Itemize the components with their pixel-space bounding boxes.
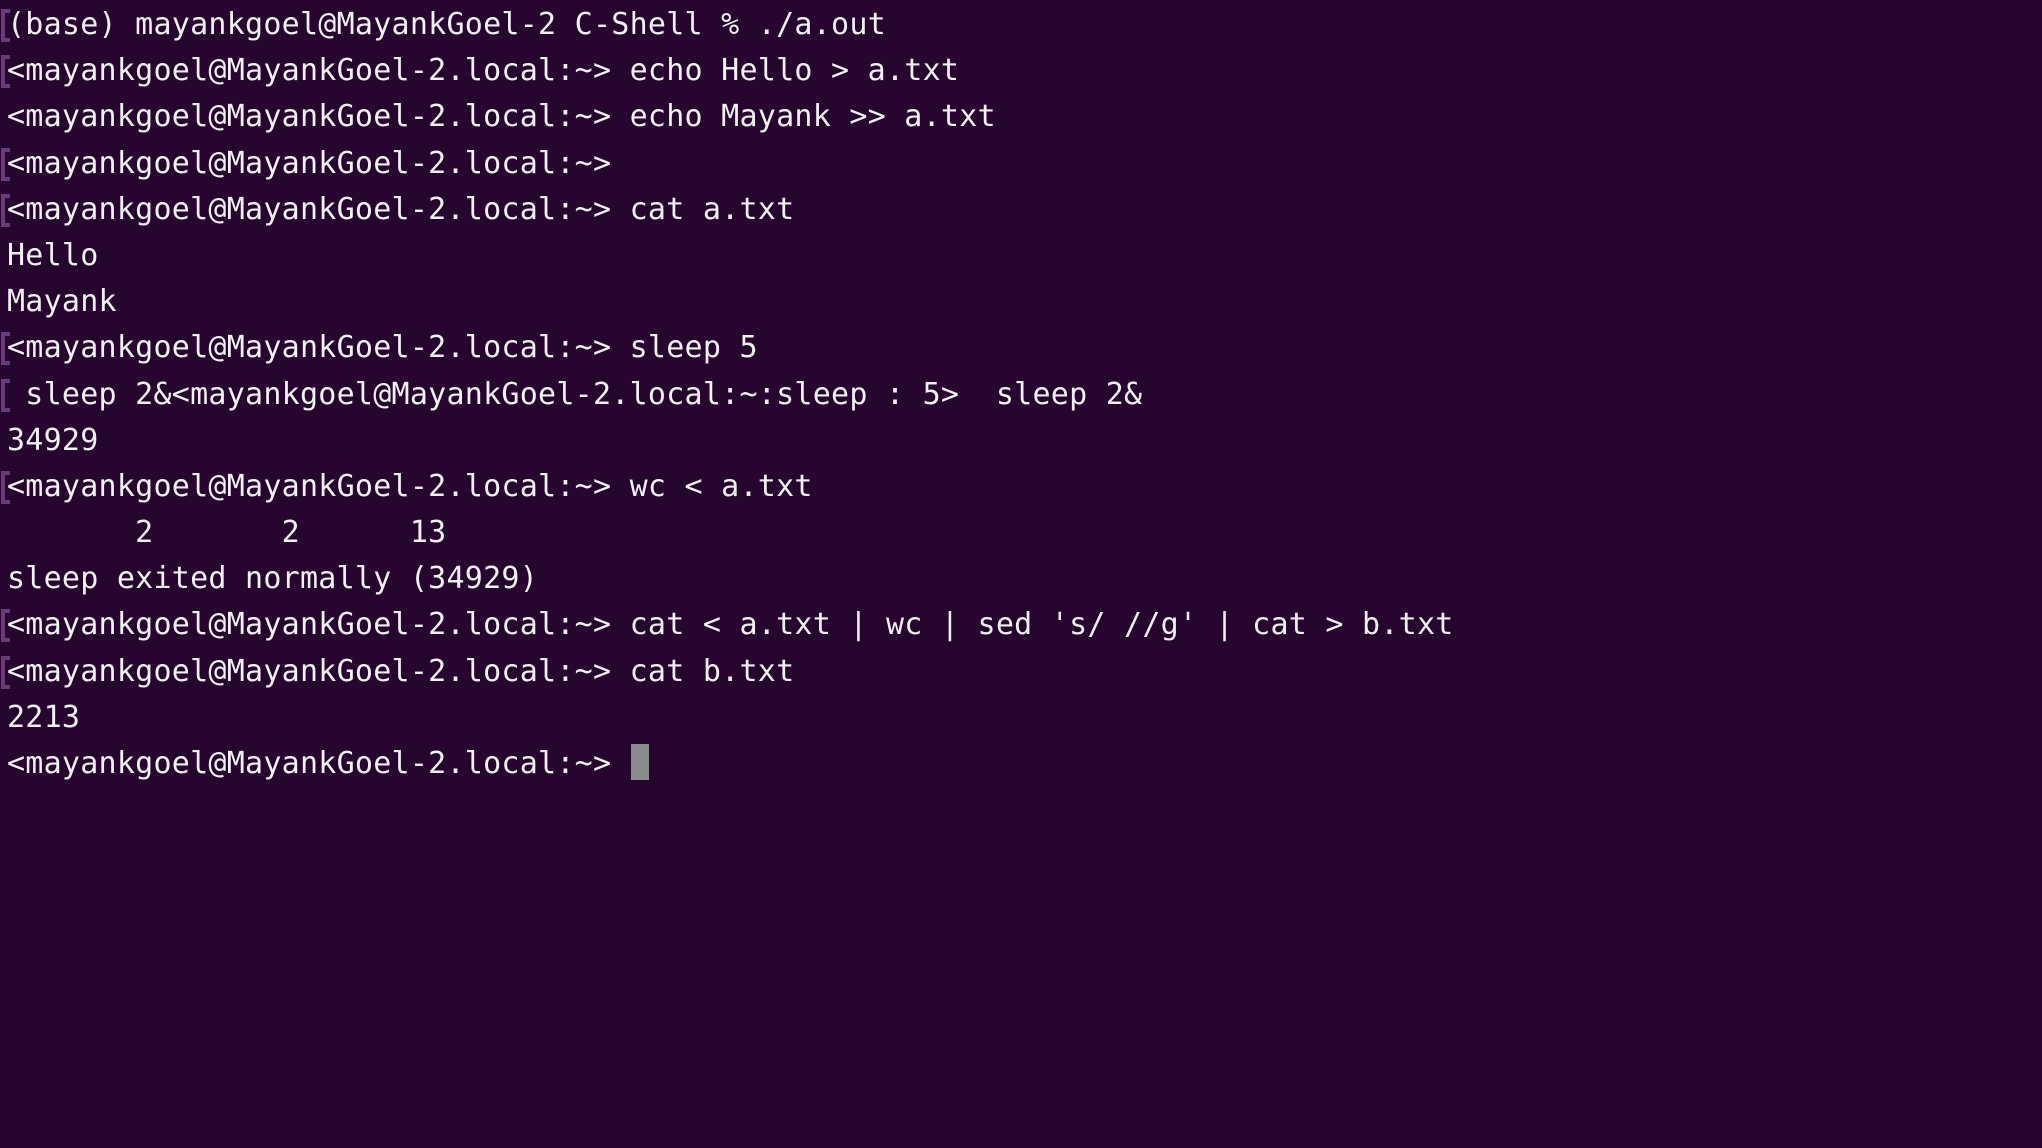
- prompt-mark-icon: [1, 147, 10, 181]
- terminal-line: 2 2 13: [0, 510, 1454, 556]
- terminal-line: <mayankgoel@MayankGoel-2.local:~> cat < …: [0, 602, 1454, 648]
- terminal-line: (base) mayankgoel@MayankGoel-2 C-Shell %…: [0, 2, 1454, 48]
- terminal-line-text: 34929: [7, 422, 99, 458]
- terminal-line: <mayankgoel@MayankGoel-2.local:~> echo H…: [0, 48, 1454, 94]
- terminal-line: <mayankgoel@MayankGoel-2.local:~>: [0, 141, 1454, 187]
- terminal-line-text: 2213: [7, 699, 81, 735]
- prompt-mark-icon: [1, 55, 10, 89]
- terminal-line-text: <mayankgoel@MayankGoel-2.local:~> wc < a…: [7, 468, 813, 504]
- terminal-line-text: <mayankgoel@MayankGoel-2.local:~> sleep …: [7, 330, 758, 366]
- terminal-line-text: <mayankgoel@MayankGoel-2.local:~>: [7, 145, 612, 181]
- terminal-line: <mayankgoel@MayankGoel-2.local:~> sleep …: [0, 325, 1454, 371]
- terminal-line-text: sleep exited normally (34929): [7, 561, 539, 597]
- terminal-line: Mayank: [0, 279, 1454, 325]
- terminal-line-text: <mayankgoel@MayankGoel-2.local:~> cat b.…: [7, 653, 795, 689]
- prompt-mark-icon: [1, 609, 10, 643]
- terminal-line-text: sleep 2&<mayankgoel@MayankGoel-2.local:~…: [7, 376, 1143, 412]
- terminal-line: <mayankgoel@MayankGoel-2.local:~> cat b.…: [0, 649, 1454, 695]
- terminal-line-text: <mayankgoel@MayankGoel-2.local:~>: [7, 746, 630, 781]
- terminal-screen[interactable]: (base) mayankgoel@MayankGoel-2 C-Shell %…: [0, 0, 1454, 787]
- terminal-line-text: <mayankgoel@MayankGoel-2.local:~> cat < …: [7, 607, 1454, 643]
- terminal-line: <mayankgoel@MayankGoel-2.local:~> wc < a…: [0, 464, 1454, 510]
- terminal-line: 2213: [0, 695, 1454, 741]
- terminal-line: <mayankgoel@MayankGoel-2.local:~> cat a.…: [0, 187, 1454, 233]
- terminal-line-text: Hello: [7, 237, 99, 273]
- terminal-line-text: <mayankgoel@MayankGoel-2.local:~> echo H…: [7, 53, 960, 89]
- terminal-line: sleep exited normally (34929): [0, 556, 1454, 602]
- prompt-mark-icon: [1, 9, 10, 42]
- terminal-line: <mayankgoel@MayankGoel-2.local:~> echo M…: [0, 94, 1454, 140]
- terminal-line: <mayankgoel@MayankGoel-2.local:~>: [0, 741, 1454, 787]
- terminal-line-text: (base) mayankgoel@MayankGoel-2 C-Shell %…: [7, 7, 886, 42]
- terminal-line-text: <mayankgoel@MayankGoel-2.local:~> cat a.…: [7, 191, 795, 227]
- terminal-line-text: <mayankgoel@MayankGoel-2.local:~> echo M…: [7, 99, 996, 135]
- text-cursor[interactable]: [630, 744, 649, 780]
- prompt-mark-icon: [1, 655, 10, 689]
- terminal-line: sleep 2&<mayankgoel@MayankGoel-2.local:~…: [0, 372, 1454, 418]
- terminal-line: 34929: [0, 418, 1454, 464]
- terminal-line-text: 2 2 13: [7, 515, 447, 551]
- prompt-mark-icon: [1, 470, 10, 504]
- prompt-mark-icon: [1, 193, 10, 227]
- terminal-window[interactable]: (base) mayankgoel@MayankGoel-2 C-Shell %…: [0, 0, 2042, 1148]
- terminal-line-text: Mayank: [7, 284, 117, 320]
- prompt-mark-icon: [1, 332, 10, 366]
- prompt-mark-icon: [1, 378, 10, 412]
- terminal-line: Hello: [0, 233, 1454, 279]
